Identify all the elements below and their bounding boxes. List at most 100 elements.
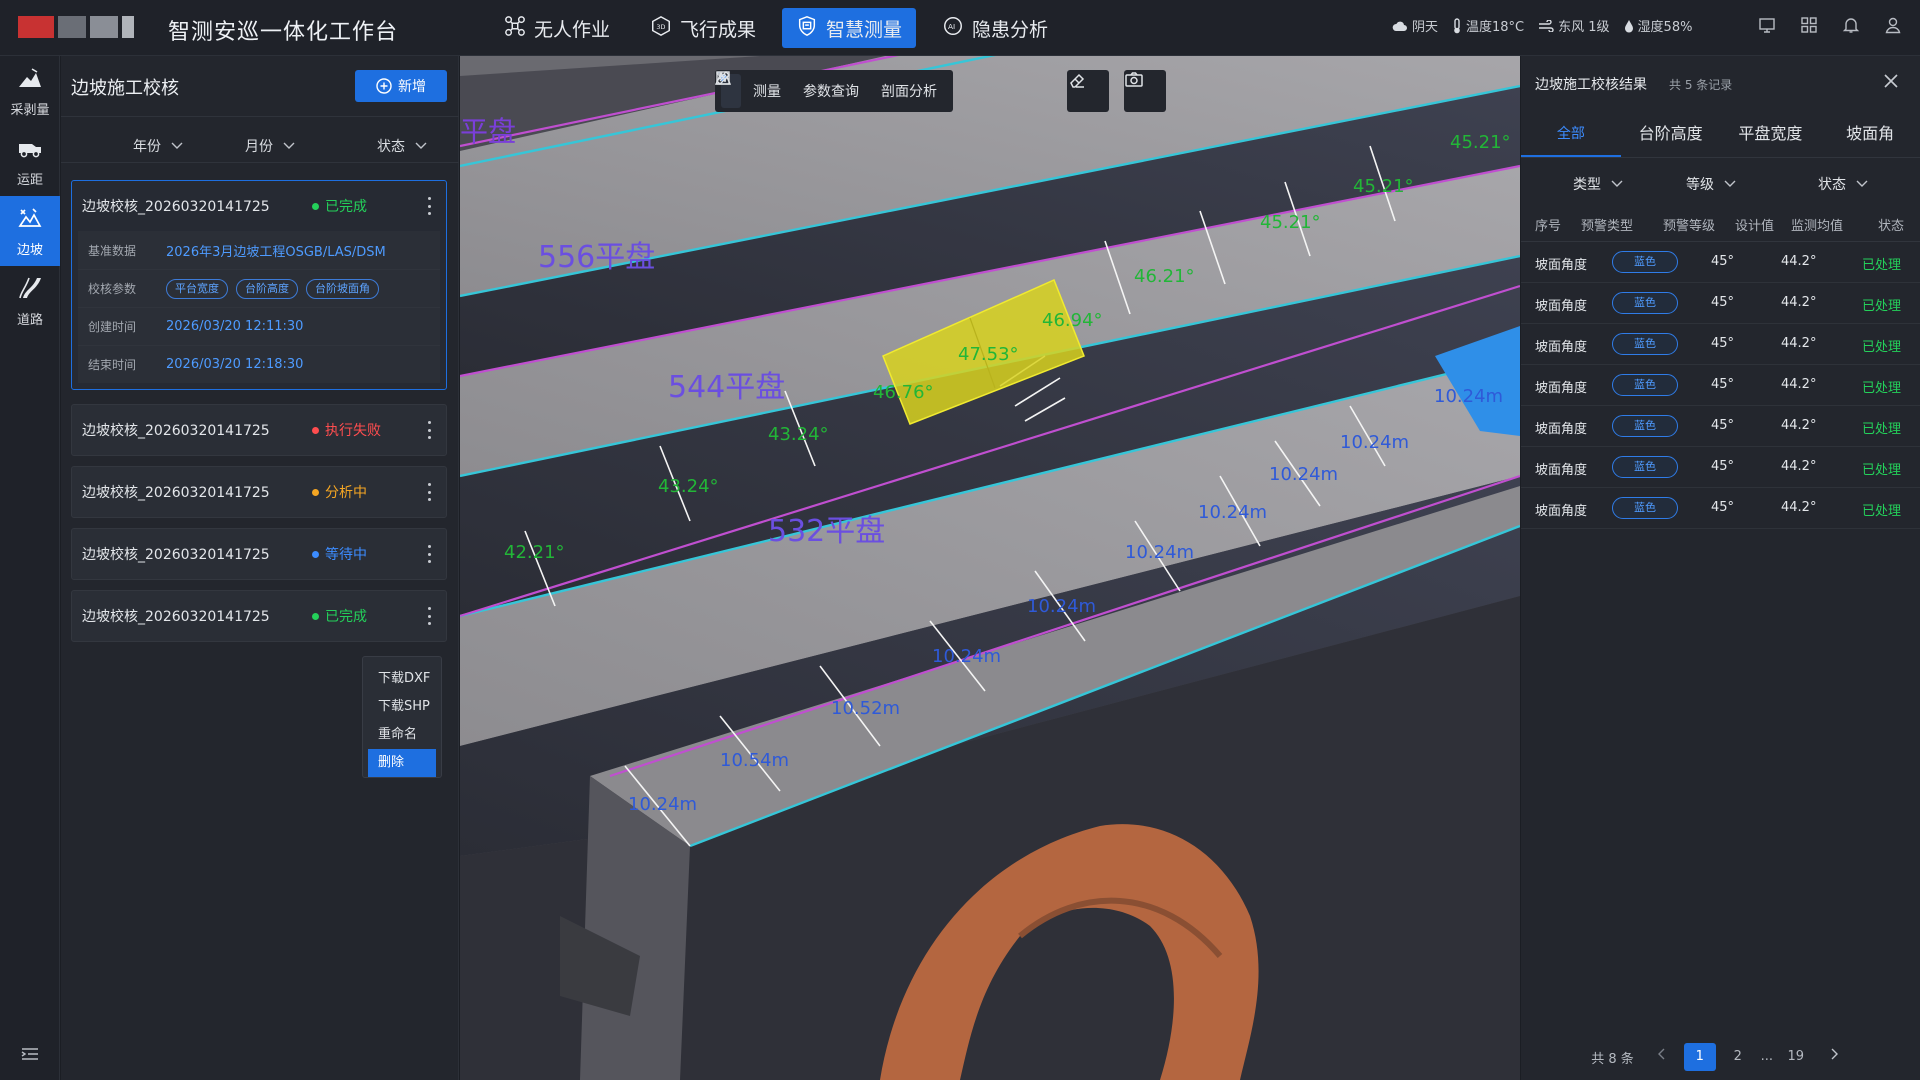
cell-measured: 44.2° — [1781, 336, 1817, 351]
angle-label: 45.21° — [1260, 212, 1321, 233]
rail-item-slope[interactable]: 边坡 — [0, 196, 60, 266]
level-filter[interactable]: 等级 — [1686, 174, 1736, 194]
cell-status: 已处理 — [1862, 463, 1902, 478]
table-header: 序号 预警类型 预警等级 设计值 监测均值 状态 — [1521, 204, 1920, 242]
detail-row-base: 基准数据 2026年3月边坡工程OSGB/LAS/DSM — [78, 231, 440, 269]
more-vertical-icon[interactable] — [426, 607, 432, 625]
page-button[interactable]: 19 — [1780, 1043, 1812, 1071]
chevron-right-icon[interactable] — [1818, 1043, 1850, 1071]
check-card[interactable]: 边坡校核_20260320141725 已完成 基准数据 2026年3月边坡工程… — [71, 180, 447, 390]
angle-label: 46.21° — [1134, 266, 1195, 287]
check-card[interactable]: 边坡校核_20260320141725 执行失败 — [71, 404, 447, 456]
cell-measured: 44.2° — [1781, 254, 1817, 269]
nav-hazard-analysis[interactable]: AI 隐患分析 — [928, 8, 1062, 48]
tab-all[interactable]: 全部 — [1521, 112, 1621, 157]
card-name: 边坡校核_20260320141725 — [82, 485, 270, 501]
nav-smart-survey[interactable]: 智慧测量 — [782, 8, 917, 48]
table-row[interactable]: 坡面角度 蓝色 45° 44.2° 已处理 — [1521, 324, 1920, 365]
cell-status: 已处理 — [1862, 422, 1902, 437]
more-vertical-icon[interactable] — [426, 483, 432, 501]
status-text: 执行失败 — [325, 423, 381, 439]
type-filter[interactable]: 类型 — [1573, 174, 1623, 194]
width-label: 10.24m — [1269, 464, 1339, 485]
bell-icon[interactable] — [1842, 16, 1860, 34]
panel-title: 边坡施工校核 — [71, 78, 179, 99]
collapse-menu-icon[interactable] — [20, 1046, 40, 1062]
check-card[interactable]: 边坡校核_20260320141725 已完成 — [71, 590, 447, 642]
card-header[interactable]: 边坡校核_20260320141725 已完成 — [72, 181, 446, 231]
menu-delete[interactable]: 删除 — [368, 749, 436, 777]
menu-download-shp[interactable]: 下载SHP — [368, 693, 436, 721]
card-header[interactable]: 边坡校核_20260320141725 执行失败 — [72, 405, 446, 455]
results-count: 共 5 条记录 — [1669, 78, 1733, 92]
measure-tool-button[interactable]: 测量 — [715, 71, 791, 108]
year-filter[interactable]: 年份 — [133, 136, 183, 156]
cell-status: 已处理 — [1862, 258, 1902, 273]
more-vertical-icon[interactable] — [426, 197, 432, 215]
tab-slope-angle[interactable]: 坡面角 — [1820, 112, 1920, 157]
status-text: 等待中 — [325, 547, 367, 563]
page-button[interactable]: 1 — [1683, 1043, 1716, 1071]
width-label: 10.24m — [1125, 542, 1195, 563]
rail-item-haul-distance[interactable]: 运距 — [0, 126, 60, 196]
chevron-left-icon[interactable] — [1646, 1043, 1678, 1071]
user-icon[interactable] — [1884, 16, 1902, 34]
status-text: 已完成 — [325, 199, 367, 215]
page-button[interactable]: 2 — [1722, 1043, 1754, 1071]
app-logo — [18, 16, 134, 38]
rail-item-mining-volume[interactable]: 采剥量 — [0, 56, 60, 126]
thermometer-icon — [1454, 17, 1460, 33]
table-row[interactable]: 坡面角度 蓝色 45° 44.2° 已处理 — [1521, 488, 1920, 529]
close-icon[interactable] — [1882, 72, 1900, 90]
tab-platform-width[interactable]: 平盘宽度 — [1721, 112, 1821, 157]
road-icon — [17, 275, 43, 305]
param-tag: 台阶高度 — [236, 278, 298, 299]
eraser-tool-button[interactable] — [1067, 70, 1109, 112]
month-filter[interactable]: 月份 — [245, 136, 295, 156]
card-header[interactable]: 边坡校核_20260320141725 已完成 — [72, 591, 446, 641]
platform-label: 556平盘 — [538, 240, 656, 275]
status-dot — [312, 426, 319, 434]
check-card[interactable]: 边坡校核_20260320141725 分析中 — [71, 466, 447, 518]
chevron-down-icon — [415, 142, 427, 149]
map-viewport[interactable]: 平盘 556平盘 544平盘 532平盘 45.21° 45.21° 45.21… — [460, 56, 1520, 1080]
table-row[interactable]: 坡面角度 蓝色 45° 44.2° 已处理 — [1521, 365, 1920, 406]
truck-icon — [17, 135, 43, 165]
profile-analysis-button[interactable]: 剖面分析 — [715, 71, 947, 108]
add-button-label: 新增 — [398, 79, 426, 95]
side-rail: 采剥量 运距 边坡 道路 — [0, 56, 60, 1080]
rail-item-label: 道路 — [16, 312, 43, 328]
check-card[interactable]: 边坡校核_20260320141725 等待中 — [71, 528, 447, 580]
table-row[interactable]: 坡面角度 蓝色 45° 44.2° 已处理 — [1521, 406, 1920, 447]
menu-rename[interactable]: 重命名 — [368, 721, 436, 749]
param-query-button[interactable]: 参数查询 — [716, 71, 869, 108]
add-button[interactable]: 新增 — [355, 70, 447, 102]
nav-unmanned-ops[interactable]: 无人作业 — [490, 8, 624, 48]
nav-unmanned-ops-label: 无人作业 — [534, 18, 611, 41]
card-header[interactable]: 边坡校核_20260320141725 分析中 — [72, 467, 446, 517]
tab-bench-height[interactable]: 台阶高度 — [1621, 112, 1721, 157]
base-data-value[interactable]: 2026年3月边坡工程OSGB/LAS/DSM — [166, 241, 386, 260]
nav-flight-results[interactable]: 3D 飞行成果 — [636, 8, 770, 48]
status-filter[interactable]: 状态 — [377, 136, 427, 156]
table-row[interactable]: 坡面角度 蓝色 45° 44.2° 已处理 — [1521, 283, 1920, 324]
card-context-menu: 下载DXF 下载SHP 重命名 删除 — [362, 656, 442, 778]
table-row[interactable]: 坡面角度 蓝色 45° 44.2° 已处理 — [1521, 447, 1920, 488]
table-row[interactable]: 坡面角度 蓝色 45° 44.2° 已处理 — [1521, 242, 1920, 283]
month-filter-label: 月份 — [245, 139, 273, 155]
rail-item-road[interactable]: 道路 — [0, 266, 60, 336]
survey-icon — [796, 15, 818, 42]
menu-download-dxf[interactable]: 下载DXF — [368, 665, 436, 693]
weather-wind: 东风 1级 — [1538, 16, 1610, 35]
status-filter[interactable]: 状态 — [1818, 174, 1868, 194]
card-name: 边坡校核_20260320141725 — [82, 423, 270, 439]
nav-smart-survey-label: 智慧测量 — [826, 18, 903, 41]
angle-label: 46.76° — [873, 382, 934, 403]
card-header[interactable]: 边坡校核_20260320141725 等待中 — [72, 529, 446, 579]
screenshot-button[interactable] — [1124, 70, 1166, 112]
grid-icon[interactable] — [1800, 16, 1818, 34]
more-vertical-icon[interactable] — [426, 545, 432, 563]
more-vertical-icon[interactable] — [426, 421, 432, 439]
screen-icon[interactable] — [1758, 16, 1776, 34]
cell-measured: 44.2° — [1781, 418, 1817, 433]
